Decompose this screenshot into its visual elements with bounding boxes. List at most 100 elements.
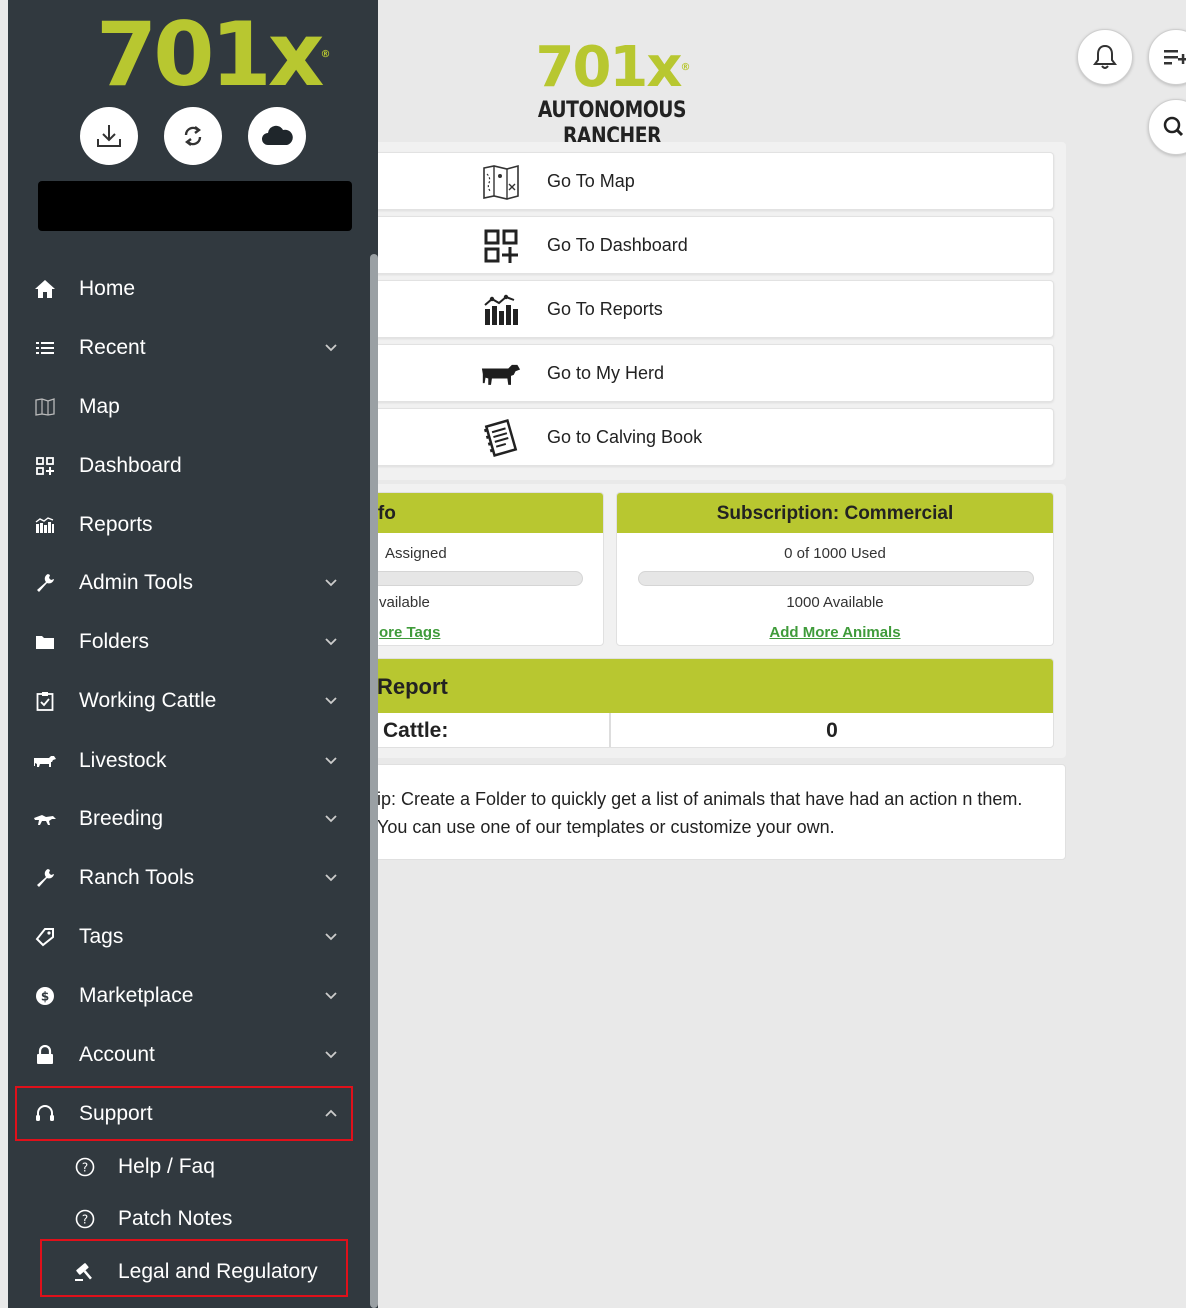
- chevron-down-icon: [325, 697, 337, 705]
- sidebar-item-label: Dashboard: [79, 454, 182, 477]
- chevron-down-icon: [325, 992, 337, 1000]
- sidebar-item-label: Livestock: [79, 749, 167, 772]
- nav-label: Go to My Herd: [547, 363, 665, 383]
- chevron-down-icon: [325, 1051, 337, 1059]
- redacted-account-name: [38, 181, 352, 231]
- animals-used: 0 of 1000 Used: [784, 545, 886, 562]
- chevron-down-icon: [325, 638, 337, 646]
- download-icon: [97, 125, 121, 147]
- chevron-down-icon: [325, 344, 337, 352]
- add-more-animals-link[interactable]: Add More Animals: [617, 624, 1053, 641]
- tip-card: ip: Create a Folder to quickly get a lis…: [346, 764, 1066, 860]
- tag-icon: [32, 925, 58, 949]
- subscription-card: Subscription: Commercial 0 of 1000 Used …: [616, 492, 1054, 646]
- card-title: Info: [347, 493, 603, 533]
- add-list-button[interactable]: [1148, 29, 1186, 85]
- tags-assigned: Assigned: [385, 545, 447, 562]
- sidebar-item-label: Map: [79, 395, 120, 418]
- sidebar-item-livestock[interactable]: Livestock: [8, 735, 360, 787]
- sidebar-item-label: Help / Faq: [118, 1155, 215, 1178]
- chevron-down-icon: [325, 874, 337, 882]
- question-circle-icon: ?: [72, 1207, 98, 1231]
- sidebar-item-patch-notes[interactable]: ? Patch Notes: [8, 1193, 360, 1245]
- bull-icon: [32, 807, 58, 831]
- support-highlight-box: [15, 1086, 353, 1141]
- cloud-button[interactable]: [248, 107, 306, 165]
- nav-label: Go To Reports: [547, 299, 663, 319]
- tag-info-card: Info Assigned vailable ore Tags: [346, 492, 604, 646]
- map-icon: [32, 395, 58, 419]
- dashboard-icon: [481, 227, 521, 265]
- sidebar-item-reports[interactable]: Reports: [8, 499, 360, 551]
- sidebar-item-working-cattle[interactable]: Working Cattle: [8, 675, 360, 727]
- chevron-down-icon: [325, 579, 337, 587]
- folder-icon: [32, 630, 58, 654]
- cow-icon: [32, 749, 58, 773]
- list-icon: [32, 336, 58, 360]
- reports-icon: [32, 513, 58, 537]
- sidebar-item-dashboard[interactable]: Dashboard: [8, 440, 360, 492]
- go-to-map-button[interactable]: Go To Map: [346, 152, 1054, 210]
- sidebar-item-ranch-tools[interactable]: Ranch Tools: [8, 852, 360, 904]
- list-add-icon: [1164, 50, 1186, 65]
- cloud-icon: [262, 125, 293, 145]
- tags-available: vailable: [379, 594, 430, 611]
- sidebar-item-label: Folders: [79, 630, 150, 653]
- sync-button[interactable]: [164, 107, 222, 165]
- report-card: Report Cattle: 0: [346, 658, 1054, 748]
- sidebar-item-label: Breeding: [79, 807, 164, 830]
- question-circle-icon: ?: [72, 1155, 98, 1179]
- chevron-down-icon: [325, 815, 337, 823]
- brand-logo: 701x®: [535, 35, 690, 100]
- report-row-value: 0: [826, 719, 838, 742]
- sidebar-item-marketplace[interactable]: $ Marketplace: [8, 970, 360, 1022]
- cow-icon: [481, 355, 521, 393]
- search-icon: [1163, 116, 1184, 137]
- search-button[interactable]: [1148, 99, 1186, 155]
- report-title: Report: [347, 659, 1053, 713]
- sidebar-item-help-faq[interactable]: ? Help / Faq: [8, 1141, 360, 1193]
- sidebar-scrollbar-thumb[interactable]: [370, 254, 378, 1308]
- dollar-icon: $: [32, 984, 58, 1008]
- notifications-button[interactable]: [1077, 29, 1133, 85]
- sidebar-item-label: Tags: [79, 925, 124, 948]
- go-to-my-herd-button[interactable]: Go to My Herd: [346, 344, 1054, 402]
- notebook-icon: [481, 419, 521, 457]
- nav-label: Go To Dashboard: [547, 235, 688, 255]
- dashboard-icon: [32, 454, 58, 478]
- sidebar-item-label: Patch Notes: [118, 1207, 233, 1230]
- download-button[interactable]: [80, 107, 138, 165]
- wrench-icon: [32, 571, 58, 595]
- sidebar-item-label: Account: [79, 1043, 155, 1066]
- sidebar-item-home[interactable]: Home: [8, 263, 360, 315]
- sidebar-item-account[interactable]: Account: [8, 1029, 360, 1081]
- sidebar-item-label: Home: [79, 277, 136, 300]
- sidebar-item-recent[interactable]: Recent: [8, 322, 360, 374]
- sidebar-item-label: Admin Tools: [79, 571, 194, 594]
- tags-progress-bar: [347, 571, 583, 586]
- sidebar-item-folders[interactable]: Folders: [8, 616, 360, 668]
- sidebar-logo: 701x®: [96, 3, 330, 106]
- sync-icon: [184, 126, 202, 146]
- add-more-tags-link[interactable]: ore Tags: [347, 624, 603, 641]
- nav-label: Go to Calving Book: [547, 427, 703, 447]
- nav-label: Go To Map: [547, 171, 635, 191]
- chevron-down-icon: [325, 757, 337, 765]
- chevron-down-icon: [325, 933, 337, 941]
- sidebar-item-label: Marketplace: [79, 984, 194, 1007]
- tip-text: ip: Create a Folder to quickly get a lis…: [377, 789, 1023, 837]
- svg-text:$: $: [41, 990, 49, 1004]
- sidebar-item-tags[interactable]: Tags: [8, 911, 360, 963]
- sidebar-item-label: Ranch Tools: [79, 866, 195, 889]
- sidebar-item-admin-tools[interactable]: Admin Tools: [8, 557, 360, 609]
- card-title: Subscription: Commercial: [617, 493, 1053, 533]
- go-to-calving-book-button[interactable]: Go to Calving Book: [346, 408, 1054, 466]
- go-to-dashboard-button[interactable]: Go To Dashboard: [346, 216, 1054, 274]
- animals-progress-bar: [638, 571, 1034, 586]
- svg-text:?: ?: [82, 1161, 88, 1175]
- bell-icon: [1093, 44, 1117, 69]
- sidebar-item-map[interactable]: Map: [8, 381, 360, 433]
- go-to-reports-button[interactable]: Go To Reports: [346, 280, 1054, 338]
- sidebar-item-breeding[interactable]: Breeding: [8, 793, 360, 845]
- report-row-label: Cattle:: [347, 713, 611, 747]
